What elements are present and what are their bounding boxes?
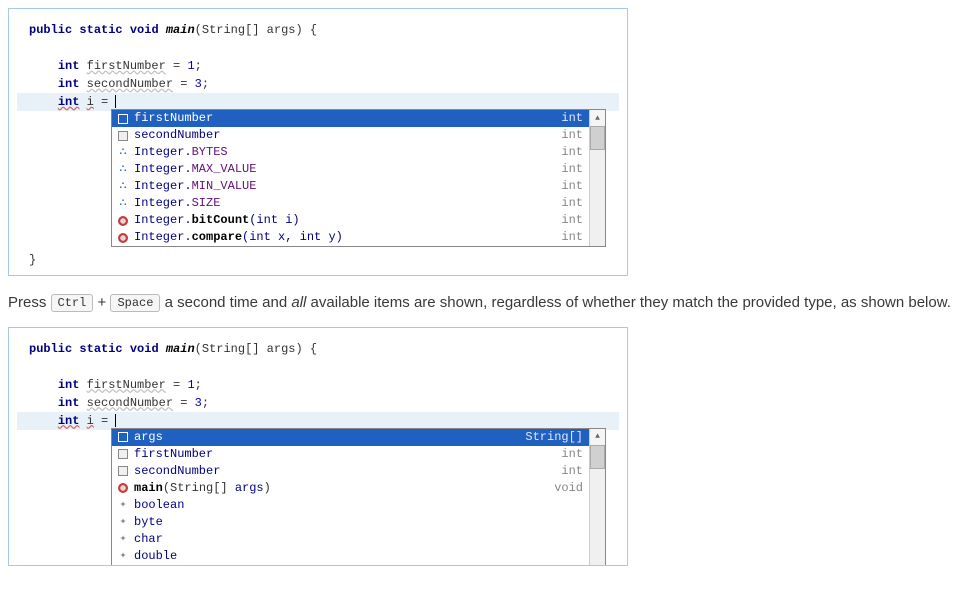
completion-item-args[interactable]: args String[] bbox=[112, 429, 605, 446]
completion-item-char[interactable]: ✦ char bbox=[112, 531, 605, 548]
completion-item-integer-bytes[interactable]: ⛬ Integer.BYTES int bbox=[112, 144, 605, 161]
var-firstNumber: firstNumber bbox=[87, 59, 166, 73]
completion-item-integer-min[interactable]: ⛬ Integer.MIN_VALUE int bbox=[112, 178, 605, 195]
close-brace: } bbox=[29, 253, 36, 267]
code-line-blank[interactable] bbox=[17, 39, 619, 57]
code-line[interactable]: public static void main(String[] args) { bbox=[17, 21, 619, 39]
completion-type: void bbox=[554, 481, 585, 496]
scroll-thumb[interactable] bbox=[590, 126, 605, 150]
field-icon bbox=[116, 431, 130, 443]
scrollbar[interactable]: ▲ bbox=[589, 110, 605, 246]
field-icon bbox=[116, 113, 130, 125]
code-line-blank[interactable] bbox=[17, 358, 619, 376]
library-icon: ⛬ bbox=[116, 198, 130, 210]
scrollbar[interactable]: ▲ bbox=[589, 429, 605, 565]
completion-type: int bbox=[561, 196, 585, 211]
keyword-icon: ✦ bbox=[116, 516, 130, 528]
scroll-up-icon[interactable]: ▲ bbox=[590, 110, 605, 126]
completion-item-secondNumber[interactable]: secondNumber int bbox=[112, 463, 605, 480]
completion-label: char bbox=[134, 532, 585, 547]
completion-type: int bbox=[561, 213, 585, 228]
completion-item-integer-size[interactable]: ⛬ Integer.SIZE int bbox=[112, 195, 605, 212]
completion-label: Integer.BYTES bbox=[134, 145, 561, 160]
completion-item-integer-max[interactable]: ⛬ Integer.MAX_VALUE int bbox=[112, 161, 605, 178]
completion-label: args bbox=[134, 430, 525, 445]
completion-item-bitcount[interactable]: Integer.bitCount(int i) int bbox=[112, 212, 605, 229]
completion-item-secondNumber[interactable]: secondNumber int bbox=[112, 127, 605, 144]
method-icon bbox=[116, 215, 130, 227]
completion-label: firstNumber bbox=[134, 447, 561, 462]
type-int: int bbox=[58, 77, 80, 91]
scroll-thumb[interactable] bbox=[590, 445, 605, 469]
field-icon bbox=[116, 130, 130, 142]
equals: = bbox=[94, 95, 116, 109]
completion-type: int bbox=[561, 230, 585, 245]
completion-label: boolean bbox=[134, 498, 585, 513]
cursor-icon bbox=[115, 95, 116, 108]
method-icon bbox=[116, 232, 130, 244]
completion-type: int bbox=[561, 128, 585, 143]
completion-item-compare[interactable]: Integer.compare(int x, int y) int bbox=[112, 229, 605, 246]
keyword-void: void bbox=[130, 23, 159, 37]
autocomplete-popup-1: firstNumber int secondNumber int ⛬ Integ… bbox=[111, 109, 606, 247]
completion-type: int bbox=[561, 111, 585, 126]
method-params: (String[] args) { bbox=[195, 23, 317, 37]
completion-label: Integer.bitCount(int i) bbox=[134, 213, 561, 228]
completion-label: Integer.MAX_VALUE bbox=[134, 162, 561, 177]
completion-type: int bbox=[561, 145, 585, 160]
code-line[interactable]: int secondNumber = 3; bbox=[17, 75, 619, 93]
scroll-up-icon[interactable]: ▲ bbox=[590, 429, 605, 445]
keyword-icon: ✦ bbox=[116, 499, 130, 511]
completion-item-firstNumber[interactable]: firstNumber int bbox=[112, 110, 605, 127]
method-name: main bbox=[166, 23, 195, 37]
completion-label: Integer.compare(int x, int y) bbox=[134, 230, 561, 245]
key-space: Space bbox=[110, 294, 160, 312]
library-icon: ⛬ bbox=[116, 164, 130, 176]
field-icon bbox=[116, 448, 130, 460]
completion-label: main(String[] args) bbox=[134, 481, 554, 496]
code-line[interactable]: public static void main(String[] args) { bbox=[17, 340, 619, 358]
completion-type: int bbox=[561, 447, 585, 462]
library-icon: ⛬ bbox=[116, 147, 130, 159]
library-icon: ⛬ bbox=[116, 181, 130, 193]
completion-label: byte bbox=[134, 515, 585, 530]
code-line[interactable]: int firstNumber = 1; bbox=[17, 376, 619, 394]
code-line[interactable]: } bbox=[17, 251, 619, 269]
field-icon bbox=[116, 465, 130, 477]
var-secondNumber: secondNumber bbox=[87, 77, 173, 91]
completion-item-firstNumber[interactable]: firstNumber int bbox=[112, 446, 605, 463]
completion-type: int bbox=[561, 464, 585, 479]
completion-type: int bbox=[561, 162, 585, 177]
completion-label: secondNumber bbox=[134, 464, 561, 479]
completion-item-byte[interactable]: ✦ byte bbox=[112, 514, 605, 531]
code-editor-box-2: public static void main(String[] args) {… bbox=[8, 327, 628, 566]
keyword-static: static bbox=[79, 23, 122, 37]
completion-type: String[] bbox=[525, 430, 585, 445]
completion-item-main[interactable]: main(String[] args) void bbox=[112, 480, 605, 497]
instruction-text: Press Ctrl + Space a second time and all… bbox=[8, 292, 966, 315]
keyword-icon: ✦ bbox=[116, 550, 130, 562]
keyword-public: public bbox=[29, 23, 72, 37]
completion-label: secondNumber bbox=[134, 128, 561, 143]
completion-item-boolean[interactable]: ✦ boolean bbox=[112, 497, 605, 514]
code-line[interactable]: int secondNumber = 3; bbox=[17, 394, 619, 412]
completion-label: firstNumber bbox=[134, 111, 561, 126]
code-line[interactable]: int firstNumber = 1; bbox=[17, 57, 619, 75]
completion-label: double bbox=[134, 549, 585, 564]
code-editor-box-1: public static void main(String[] args) {… bbox=[8, 8, 628, 276]
key-ctrl: Ctrl bbox=[51, 294, 94, 312]
method-icon bbox=[116, 482, 130, 494]
completion-label: Integer.MIN_VALUE bbox=[134, 179, 561, 194]
completion-item-double[interactable]: ✦ double bbox=[112, 548, 605, 565]
autocomplete-popup-2: args String[] firstNumber int secondNumb… bbox=[111, 428, 606, 565]
type-int: int bbox=[58, 59, 80, 73]
cursor-icon bbox=[115, 414, 116, 427]
completion-label: Integer.SIZE bbox=[134, 196, 561, 211]
keyword-icon: ✦ bbox=[116, 533, 130, 545]
completion-type: int bbox=[561, 179, 585, 194]
var-i: i bbox=[87, 95, 94, 109]
type-int: int bbox=[58, 95, 80, 109]
